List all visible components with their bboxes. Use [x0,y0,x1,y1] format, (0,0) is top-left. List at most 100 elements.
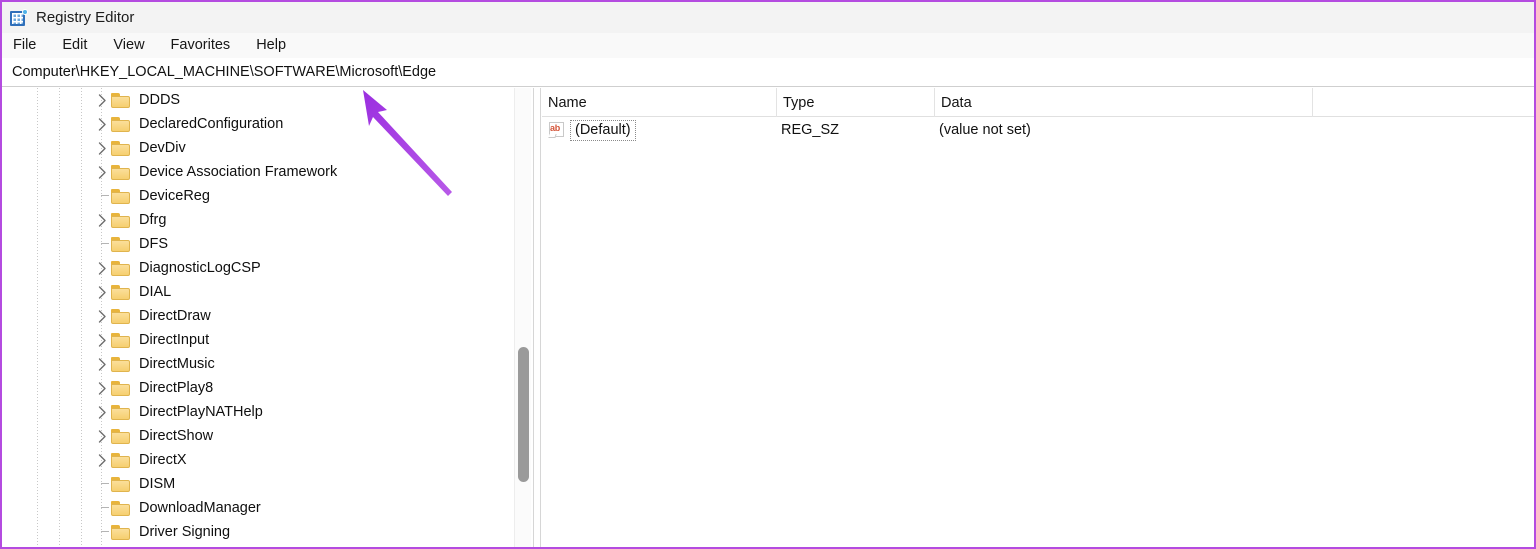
address-bar[interactable]: Computer\HKEY_LOCAL_MACHINE\SOFTWARE\Mic… [2,58,1534,87]
chevron-right-icon[interactable] [94,424,110,448]
folder-icon [111,165,130,180]
menu-item-help[interactable]: Help [254,35,297,57]
tree-item-label: DownloadManager [139,501,261,516]
tree-item-label: DevDiv [139,141,186,156]
tree-item[interactable]: DirectInput [2,328,512,352]
tree-item-label: DirectX [139,453,187,468]
tree-connector [101,195,109,196]
folder-icon [111,381,130,396]
column-header-type[interactable]: Type [777,88,935,117]
column-header-data[interactable]: Data [935,88,1313,117]
folder-icon [111,237,130,252]
folder-icon [111,189,130,204]
column-header-name[interactable]: Name [542,88,777,117]
chevron-right-icon[interactable] [94,328,110,352]
tree-connector [101,531,109,532]
tree-item-label: Device Association Framework [139,165,337,180]
value-data-cell: (value not set) [939,123,1031,138]
chevron-right-icon[interactable] [94,352,110,376]
folder-icon [111,501,130,516]
tree-item-label: DeclaredConfiguration [139,117,283,132]
tree-item[interactable]: Driver Signing [2,520,512,544]
tree-item-label: DISM [139,477,175,492]
tree-item-label: DirectShow [139,429,213,444]
tree-item[interactable]: DiagnosticLogCSP [2,256,512,280]
tree-connector [101,483,109,484]
menu-item-file[interactable]: File [11,35,47,57]
chevron-right-icon[interactable] [94,136,110,160]
folder-icon [111,453,130,468]
tree-connector [101,243,109,244]
menu-item-edit[interactable]: Edit [60,35,98,57]
title-bar: Registry Editor [2,2,1534,33]
tree-item[interactable]: Device Association Framework [2,160,512,184]
values-list-header: Name Type Data [542,88,1534,117]
tree-item[interactable]: DeclaredConfiguration [2,112,512,136]
tree-scrollbar[interactable] [514,88,531,547]
tree-item[interactable]: DDDS [2,88,512,112]
string-value-icon: ab [548,122,566,138]
registry-tree-pane: DDDS DeclaredConfiguration DevDiv Device As… [2,88,512,547]
tree-item[interactable]: DISM [2,472,512,496]
chevron-right-icon[interactable] [94,208,110,232]
tree-item-label: Driver Signing [139,525,230,540]
chevron-right-icon[interactable] [94,256,110,280]
tree-item[interactable]: DevDiv [2,136,512,160]
tree-item-label: DirectPlay8 [139,381,213,396]
tree-item-label: DirectPlayNATHelp [139,405,263,420]
menu-item-favorites[interactable]: Favorites [169,35,242,57]
tree-item-label: DDDS [139,93,180,108]
tree-item-label: DFS [139,237,168,252]
registry-editor-icon [10,9,27,26]
folder-icon [111,93,130,108]
folder-icon [111,261,130,276]
tree-item-label: DirectMusic [139,357,215,372]
tree-connector-vertical [101,496,102,520]
tree-connector [101,507,109,508]
menu-bar: File Edit View Favorites Help [2,33,1534,58]
chevron-right-icon[interactable] [94,160,110,184]
tree-item[interactable]: DirectDraw [2,304,512,328]
tree-item[interactable]: DirectShow [2,424,512,448]
values-list-pane: Name Type Data ab(Default) REG_SZ (value n… [542,88,1534,547]
window-title: Registry Editor [36,10,134,25]
tree-item[interactable]: DirectX [2,448,512,472]
tree-connector-vertical [101,184,102,208]
tree-item[interactable]: DIAL [2,280,512,304]
tree-item[interactable]: DownloadManager [2,496,512,520]
chevron-right-icon[interactable] [94,88,110,112]
chevron-right-icon[interactable] [94,112,110,136]
tree-item-label: DIAL [139,285,171,300]
tree-item[interactable]: DeviceReg [2,184,512,208]
folder-icon [111,117,130,132]
chevron-right-icon[interactable] [94,304,110,328]
main-content: DDDS DeclaredConfiguration DevDiv Device As… [2,88,1534,547]
folder-icon [111,405,130,420]
tree-item[interactable]: Dfrg [2,208,512,232]
folder-icon [111,525,130,540]
registry-tree: DDDS DeclaredConfiguration DevDiv Device As… [2,88,512,544]
tree-item-label: DirectInput [139,333,209,348]
pane-splitter[interactable] [533,88,541,547]
menu-item-view[interactable]: View [111,35,155,57]
folder-icon [111,429,130,444]
tree-item[interactable]: DirectMusic [2,352,512,376]
folder-icon [111,309,130,324]
table-row[interactable]: ab(Default) REG_SZ (value not set) [542,117,1534,144]
value-type-cell: REG_SZ [781,123,839,138]
folder-icon [111,141,130,156]
folder-icon [111,285,130,300]
chevron-right-icon[interactable] [94,376,110,400]
tree-item[interactable]: DFS [2,232,512,256]
tree-scrollbar-thumb[interactable] [518,347,529,482]
folder-icon [111,333,130,348]
tree-item[interactable]: DirectPlay8 [2,376,512,400]
tree-item[interactable]: DirectPlayNATHelp [2,400,512,424]
tree-connector-vertical [101,520,102,544]
tree-connector-vertical [101,472,102,496]
chevron-right-icon[interactable] [94,280,110,304]
value-name-cell[interactable]: (Default) [570,120,636,142]
tree-connector-vertical [101,232,102,256]
chevron-right-icon[interactable] [94,448,110,472]
chevron-right-icon[interactable] [94,400,110,424]
